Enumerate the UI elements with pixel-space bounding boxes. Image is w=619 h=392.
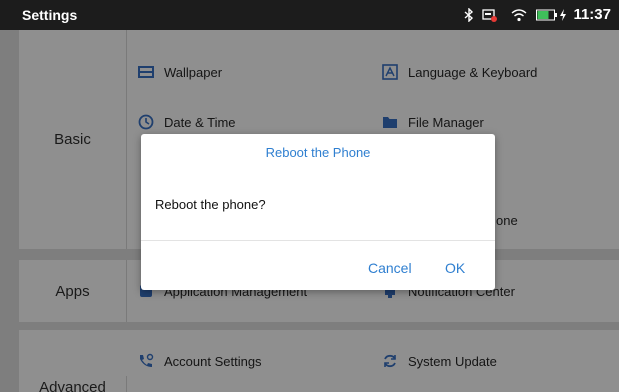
category-label-advanced: Advanced: [19, 376, 127, 392]
cancel-button[interactable]: Cancel: [368, 260, 412, 276]
dialog-message: Reboot the phone?: [155, 197, 266, 212]
settings-item-label: one: [496, 213, 518, 228]
settings-item-system-update[interactable]: System Update: [382, 353, 497, 369]
wifi-icon: [511, 9, 527, 22]
settings-item-wallpaper[interactable]: Wallpaper: [138, 64, 222, 80]
charging-icon: [560, 9, 566, 21]
category-card-advanced: Advanced Account Settings System Update: [19, 330, 619, 392]
language-icon: [382, 64, 398, 80]
category-label-basic: Basic: [19, 30, 127, 249]
clock-icon: [138, 114, 154, 130]
settings-item-file-manager[interactable]: File Manager: [382, 114, 484, 130]
settings-item-language-keyboard[interactable]: Language & Keyboard: [382, 64, 537, 80]
category-label-apps: Apps: [19, 260, 127, 322]
battery-icon: [536, 9, 557, 21]
status-bar: Settings 11:37: [0, 0, 619, 30]
settings-item-label: Date & Time: [164, 114, 236, 130]
page-title: Settings: [22, 7, 78, 23]
dialog-title: Reboot the Phone: [265, 145, 371, 160]
dialog-divider: [141, 240, 495, 241]
settings-item-date-time[interactable]: Date & Time: [138, 114, 236, 130]
settings-item-label: Account Settings: [164, 353, 262, 369]
settings-item-account-settings[interactable]: Account Settings: [138, 353, 262, 369]
phone-settings-icon: [140, 353, 154, 367]
clock: 11:37: [573, 6, 611, 23]
ok-button[interactable]: OK: [445, 260, 465, 276]
settings-item-label: Wallpaper: [164, 64, 223, 80]
settings-item-label: System Update: [408, 353, 497, 369]
reboot-dialog: Reboot the Phone Reboot the phone? Cance…: [141, 134, 495, 290]
settings-item-partial[interactable]: one: [496, 213, 518, 228]
notification-icon: [482, 9, 497, 22]
settings-item-label: File Manager: [408, 114, 484, 130]
settings-item-label: Language & Keyboard: [408, 64, 538, 80]
refresh-icon: [384, 354, 396, 368]
wallpaper-icon: [138, 66, 154, 78]
bluetooth-icon: [464, 8, 474, 22]
folder-icon: [383, 117, 397, 128]
